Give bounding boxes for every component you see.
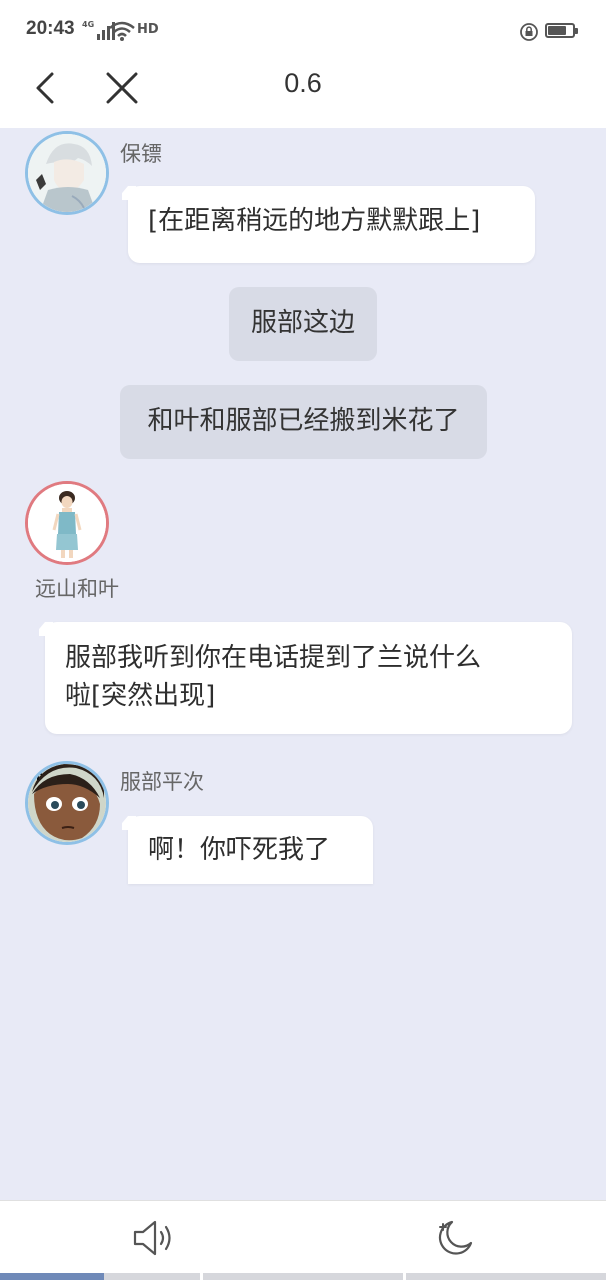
sender-name-kazuha: 远山和叶: [35, 577, 119, 601]
battery-fill: [548, 26, 566, 35]
network-type: 4G: [82, 20, 95, 29]
heiji-portrait: [28, 764, 106, 842]
sender-name-bodyguard: 保镖: [120, 142, 162, 166]
nav-bar: 0.6: [0, 62, 606, 128]
chat-area[interactable]: 保镖 [在距离稍远的地方默默跟上] 服部这边 和叶和服部已经搬到米花了 远山和叶…: [0, 128, 606, 1200]
progress-segment: [203, 1273, 403, 1280]
message-bubble-heiji[interactable]: 啊！你吓死我了: [128, 816, 373, 884]
narration-bubble[interactable]: 服部这边: [229, 287, 377, 361]
reading-progress-bar: [0, 1273, 606, 1280]
bottom-toolbar: [0, 1200, 606, 1280]
narration-text: 和叶和服部已经搬到米花了: [147, 406, 460, 436]
message-text-line-2: 啦[突然出现]: [65, 681, 216, 711]
progress-segment: [406, 1273, 606, 1280]
message-bubble-kazuha[interactable]: 服部我听到你在电话提到了兰说什么 啦[突然出现]: [45, 622, 572, 734]
narration-bubble[interactable]: 和叶和服部已经搬到米花了: [120, 385, 487, 459]
kazuha-portrait: [28, 484, 106, 562]
progress-segment: [0, 1273, 200, 1280]
status-time: 20:43: [26, 18, 75, 39]
night-mode-icon[interactable]: [434, 1217, 476, 1259]
message-text: 啊！你吓死我了: [148, 835, 331, 865]
message-text: [在距离稍远的地方默默跟上]: [148, 206, 481, 236]
page-title: 0.6: [284, 68, 322, 98]
wifi-icon: [109, 21, 135, 41]
avatar-toyama-kazuha[interactable]: [25, 481, 109, 565]
progress-fill: [0, 1273, 104, 1280]
avatar-hattori-heiji[interactable]: [25, 761, 109, 845]
bodyguard-portrait: [28, 134, 106, 212]
speaker-icon[interactable]: [131, 1217, 175, 1259]
narration-text: 服部这边: [250, 308, 355, 338]
hd-indicator: HD: [137, 22, 159, 37]
sender-name-heiji: 服部平次: [120, 770, 204, 794]
avatar-bodyguard[interactable]: [25, 131, 109, 215]
rotation-lock-icon: [520, 23, 538, 41]
message-text-line-1: 服部我听到你在电话提到了兰说什么: [65, 643, 482, 673]
message-bubble-bodyguard[interactable]: [在距离稍远的地方默默跟上]: [128, 186, 535, 263]
battery-icon: [545, 23, 578, 38]
status-bar: 20:43 4G HD: [0, 0, 606, 62]
